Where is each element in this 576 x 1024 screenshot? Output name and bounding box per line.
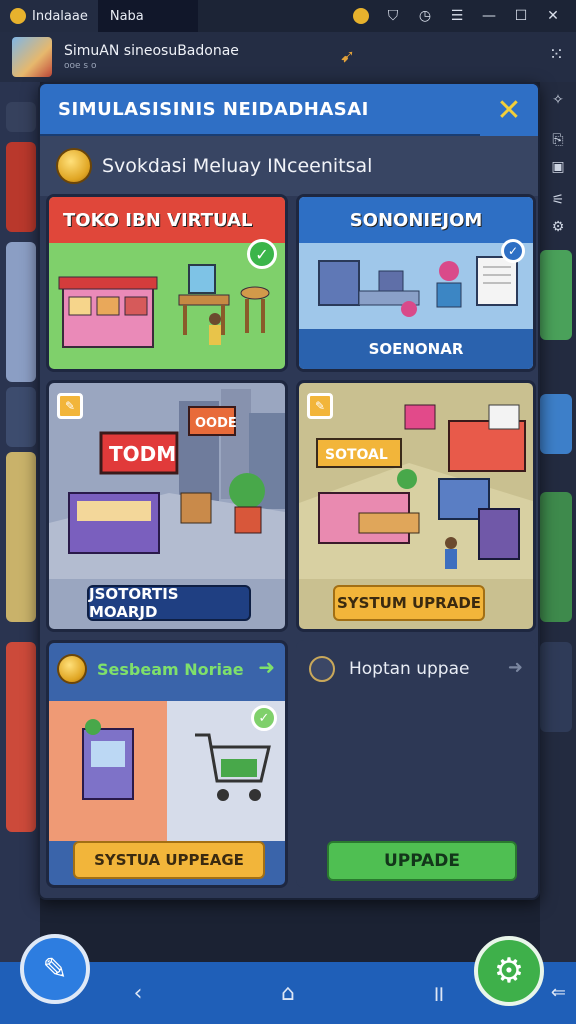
dialog-subheading: Svokdasi Meluay INceenitsal bbox=[102, 155, 373, 177]
coins-stack-icon bbox=[57, 654, 87, 684]
home-icon[interactable]: ⌂ bbox=[273, 981, 303, 1006]
gear-small-icon[interactable]: ⚙ bbox=[546, 215, 570, 239]
card-virtual-store[interactable]: TOKO IBN VIRTUAL ✓ bbox=[46, 194, 288, 372]
card-economy[interactable]: SONONIEJOM ✓ SOENONAR bbox=[296, 194, 536, 372]
card-sesbeam-header: Sesbeam Noriae bbox=[49, 643, 285, 695]
sliders-icon[interactable]: ⚟ bbox=[546, 188, 570, 212]
tag-icon: ✎ bbox=[57, 393, 83, 419]
grid-dots-icon[interactable]: ⁙ bbox=[549, 44, 564, 65]
card-hoptan-header: Hoptan uppae bbox=[299, 643, 533, 695]
dialog-subheader: Svokdasi Meluay INceenitsal bbox=[40, 136, 538, 196]
system-upgrade-button[interactable]: SYSTUM UPRADE bbox=[333, 585, 485, 621]
arrow-right-icon[interactable]: ➜ bbox=[258, 655, 275, 679]
card-hoptan[interactable]: Hoptan uppae ➜ UPPADE bbox=[296, 640, 536, 888]
app-title: SimuAN sineosuBadonae bbox=[64, 43, 239, 59]
window-titlebar: Indalaae Naba ⛉ ◷ ☰ — ☐ ✕ bbox=[0, 0, 576, 32]
minimize-icon[interactable]: — bbox=[480, 7, 498, 25]
app-header: SimuAN sineosuBadonae ooe s o ➹ ⁙ bbox=[0, 32, 576, 82]
star-icon[interactable]: ✧ bbox=[546, 88, 570, 112]
gear-icon[interactable]: ⚙ bbox=[474, 936, 544, 1006]
shield-icon[interactable]: ⛉ bbox=[384, 7, 402, 25]
tab-active[interactable]: Indalaae bbox=[0, 0, 98, 32]
card-hoptan-title: Hoptan uppae bbox=[349, 659, 470, 679]
pen-icon[interactable]: ✎ bbox=[20, 934, 90, 1004]
dashboard-button[interactable]: JSOTORTIS MOARJD bbox=[87, 585, 251, 621]
tab-second[interactable]: Naba bbox=[97, 0, 198, 32]
street-shop-illustration: TODM OODE bbox=[49, 389, 285, 579]
exit-icon[interactable]: ⇐ bbox=[551, 982, 566, 1003]
check-icon: ✓ bbox=[247, 239, 277, 269]
arrow-right-icon-2[interactable]: ➜ bbox=[508, 657, 523, 678]
card-street-shop[interactable]: TODM OODE ✎ JSOTORTIS MOARJD bbox=[46, 380, 288, 632]
cart-check-icon: ✓ bbox=[251, 705, 277, 731]
recents-icon[interactable]: ॥ bbox=[423, 978, 453, 1008]
card-economy-footer: SOENONAR bbox=[299, 329, 533, 369]
screenshot-icon[interactable]: ▣ bbox=[546, 155, 570, 179]
tag-icon-2: ✎ bbox=[307, 393, 333, 419]
close-icon[interactable]: ✕ bbox=[480, 84, 538, 136]
tab-second-label: Naba bbox=[109, 8, 144, 24]
clock-icon[interactable]: ◷ bbox=[416, 7, 434, 25]
dialog-title: SIMULASISINIS NEIDADHASAI bbox=[58, 98, 369, 120]
window-close-icon[interactable]: ✕ bbox=[544, 7, 562, 25]
shop-interior-sign: SOTOAL bbox=[325, 447, 388, 463]
background-right-panel bbox=[540, 82, 576, 962]
card-sesbeam-title: Sesbeam Noriae bbox=[97, 659, 244, 679]
background-left-panel bbox=[0, 82, 40, 962]
tab-active-label: Indalaae bbox=[32, 8, 88, 24]
app-coin-icon bbox=[10, 8, 26, 24]
app-thumbnail bbox=[12, 37, 52, 77]
system-upgrade-button-2[interactable]: SYSTUA UPPEAGE bbox=[73, 841, 265, 879]
shop-sign-small: OODE bbox=[195, 416, 237, 431]
menu-icon[interactable]: ☰ bbox=[448, 7, 466, 25]
card-sesbeam[interactable]: Sesbeam Noriae ➜ ✓ SYSTUA UPPEAGE bbox=[46, 640, 288, 888]
back-icon[interactable]: ‹ bbox=[123, 981, 153, 1006]
card-virtual-store-title: TOKO IBN VIRTUAL bbox=[49, 197, 285, 243]
maximize-icon[interactable]: ☐ bbox=[512, 7, 530, 25]
clock-badge-icon bbox=[309, 656, 335, 682]
shop-interior-illustration: SOTOAL bbox=[299, 404, 533, 579]
copy-icon[interactable]: ⎘ bbox=[546, 128, 570, 152]
coins-icon bbox=[56, 148, 92, 184]
upgrade-button[interactable]: UPPADE bbox=[327, 841, 517, 881]
card-economy-title: SONONIEJOM bbox=[299, 197, 533, 243]
app-subtitle: ooe s o bbox=[64, 61, 97, 71]
office-illustration bbox=[318, 256, 518, 317]
pin-icon[interactable]: ➹ bbox=[340, 46, 355, 67]
coin-icon[interactable] bbox=[352, 7, 370, 25]
simulation-dialog: SIMULASISINIS NEIDADHASAI ✕ Svokdasi Mel… bbox=[38, 82, 540, 900]
shop-sign: TODM bbox=[109, 442, 176, 466]
card-system-shop[interactable]: SOTOAL ✎ SYSTUM UPRADE bbox=[296, 380, 536, 632]
badge-icon: ✓ bbox=[501, 239, 525, 263]
dialog-header: SIMULASISINIS NEIDADHASAI bbox=[40, 84, 538, 136]
